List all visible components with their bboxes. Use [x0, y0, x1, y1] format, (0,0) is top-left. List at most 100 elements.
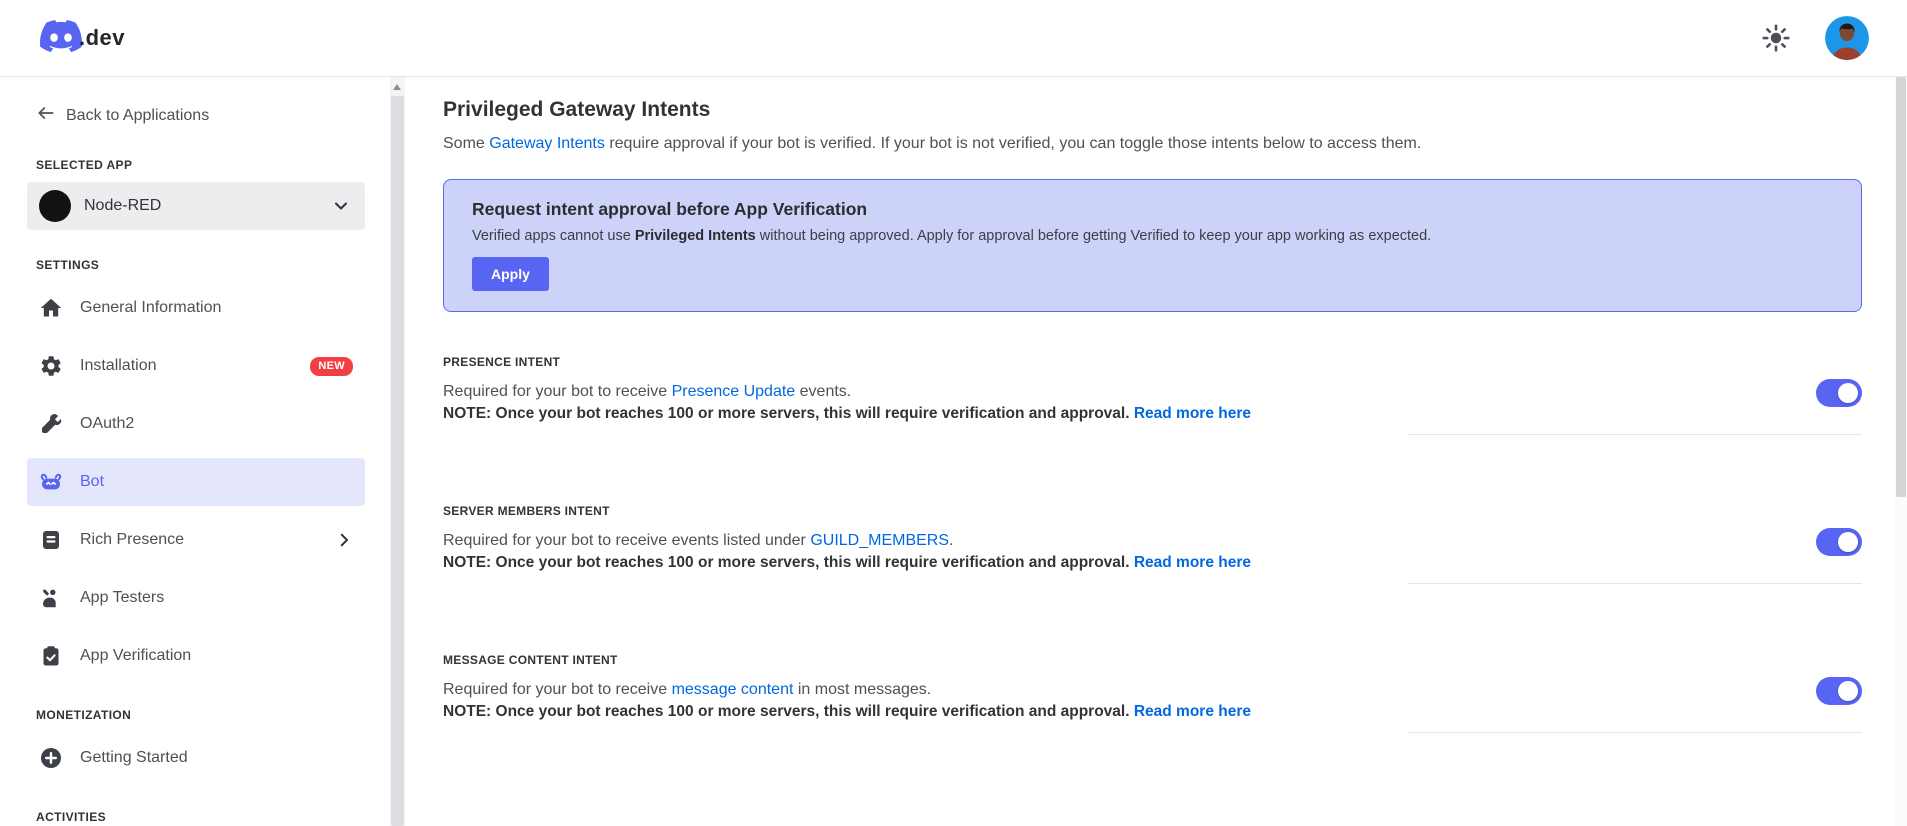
main-scrollbar[interactable] [1895, 77, 1907, 826]
chevron-down-icon [331, 196, 351, 216]
toggle-knob [1838, 532, 1858, 552]
theme-toggle-sun-icon[interactable] [1761, 23, 1791, 53]
discord-logo-icon [39, 15, 83, 62]
intent-label: PRESENCE INTENT [443, 355, 561, 369]
note-text: NOTE: Once your bot reaches 100 or more … [443, 554, 1134, 571]
read-more-link[interactable]: Read more here [1134, 703, 1251, 720]
main-content: Privileged Gateway Intents Some Gateway … [405, 77, 1907, 826]
sidebar-item-label: General Information [80, 299, 222, 316]
note-text: NOTE: Once your bot reaches 100 or more … [443, 703, 1134, 720]
selected-app-heading: SELECTED APP [36, 158, 133, 172]
sidebar-scrollbar[interactable] [390, 77, 405, 826]
desc-post: . [949, 532, 954, 549]
back-to-applications-link[interactable]: Back to Applications [36, 103, 390, 128]
sidebar-item-oauth2[interactable]: OAuth2 [27, 400, 365, 448]
gear-icon [39, 354, 63, 378]
apply-button[interactable]: Apply [472, 257, 549, 291]
banner-title: Request intent approval before App Verif… [472, 199, 868, 219]
clipboard-check-icon [39, 644, 63, 668]
intent-label: MESSAGE CONTENT INTENT [443, 653, 618, 667]
sidebar-item-label: Rich Presence [80, 531, 185, 548]
banner-body: Verified apps cannot use Privileged Inte… [472, 228, 1833, 244]
chevron-right-icon [335, 531, 353, 549]
scroll-up-arrow-icon[interactable] [393, 84, 401, 90]
sidebar-item-label: Installation [80, 357, 157, 374]
banner-body-bold: Privileged Intents [634, 228, 756, 244]
read-more-link[interactable]: Read more here [1134, 554, 1251, 571]
settings-heading: SETTINGS [36, 258, 100, 272]
intro-paragraph: Some Gateway Intents require approval if… [443, 135, 1862, 153]
divider [1407, 434, 1862, 435]
intro-post: require approval if your bot is verified… [604, 135, 1422, 152]
sidebar-item-app-verification[interactable]: App Verification [27, 632, 365, 680]
divider [1407, 732, 1862, 733]
note-text: NOTE: Once your bot reaches 100 or more … [443, 405, 1134, 422]
discord-developer-portal: .dev Back to Applications SELECTED APP N… [0, 0, 1907, 826]
presence-intent-section: PRESENCE INTENT Required for your bot to… [443, 355, 1862, 435]
monetization-heading: MONETIZATION [36, 708, 132, 722]
divider [1407, 583, 1862, 584]
desc-post: events. [795, 383, 852, 400]
intent-list: PRESENCE INTENT Required for your bot to… [443, 355, 1862, 733]
top-bar: .dev [0, 0, 1907, 77]
intent-label: SERVER MEMBERS INTENT [443, 504, 610, 518]
selected-app-name: Node-RED [84, 197, 162, 214]
sidebar: Back to Applications SELECTED APP Node-R… [0, 77, 390, 826]
gateway-intents-link[interactable]: Gateway Intents [489, 135, 605, 152]
guild-members-link[interactable]: GUILD_MEMBERS [810, 532, 949, 549]
message-content-link[interactable]: message content [672, 681, 794, 698]
sidebar-item-rich-presence[interactable]: Rich Presence [27, 516, 365, 564]
desc-pre: Required for your bot to receive events … [443, 532, 811, 549]
back-link-label: Back to Applications [66, 106, 210, 124]
message-content-intent-toggle[interactable] [1816, 677, 1862, 705]
sidebar-item-label: App Testers [80, 589, 165, 606]
intent-description: Required for your bot to receive message… [443, 680, 1862, 700]
toggle-knob [1838, 681, 1858, 701]
user-avatar[interactable] [1825, 16, 1869, 60]
message-content-intent-section: MESSAGE CONTENT INTENT Required for your… [443, 653, 1862, 733]
banner-body-pre: Verified apps cannot use [472, 228, 635, 244]
intent-description: Required for your bot to receive Presenc… [443, 382, 1862, 402]
discord-dev-logo[interactable]: .dev [39, 15, 126, 62]
sidebar-item-general-information[interactable]: General Information [27, 284, 365, 332]
sidebar-item-installation[interactable]: Installation NEW [27, 342, 365, 390]
arrow-left-icon [36, 103, 56, 128]
sidebar-item-label: Getting Started [80, 749, 188, 766]
app-avatar [39, 190, 71, 222]
new-badge: NEW [310, 356, 353, 376]
main-scrollbar-thumb[interactable] [1896, 77, 1906, 497]
sidebar-item-app-testers[interactable]: App Testers [27, 574, 365, 622]
intro-pre: Some [443, 135, 490, 152]
sidebar-scrollbar-thumb[interactable] [391, 96, 404, 826]
server-members-intent-section: SERVER MEMBERS INTENT Required for your … [443, 504, 1862, 584]
app-selector-dropdown[interactable]: Node-RED [27, 182, 365, 230]
intent-note: NOTE: Once your bot reaches 100 or more … [443, 404, 1862, 424]
wordmark-dev: .dev [79, 25, 126, 50]
sidebar-item-label: App Verification [80, 647, 192, 664]
server-members-intent-toggle[interactable] [1816, 528, 1862, 556]
settings-nav: General Information Installation NEW OAu… [0, 284, 390, 680]
journal-icon [39, 528, 63, 552]
intent-note: NOTE: Once your bot reaches 100 or more … [443, 702, 1862, 722]
home-icon [39, 296, 63, 320]
bot-icon [39, 470, 63, 494]
intent-approval-banner: Request intent approval before App Verif… [443, 179, 1862, 312]
banner-body-post: without being approved. Apply for approv… [755, 228, 1432, 244]
toggle-knob [1838, 383, 1858, 403]
sidebar-item-label: Bot [80, 473, 105, 490]
sidebar-item-bot[interactable]: Bot [27, 458, 365, 506]
desc-post: in most messages. [793, 681, 932, 698]
intent-description: Required for your bot to receive events … [443, 531, 1862, 551]
read-more-link[interactable]: Read more here [1134, 405, 1251, 422]
desc-pre: Required for your bot to receive [443, 383, 672, 400]
monetization-nav: Getting Started [0, 734, 390, 782]
person-raised-hand-icon [39, 586, 63, 610]
presence-intent-toggle[interactable] [1816, 379, 1862, 407]
plus-circle-icon [39, 746, 63, 770]
desc-pre: Required for your bot to receive [443, 681, 672, 698]
activities-heading: ACTIVITIES [36, 810, 107, 824]
presence-update-link[interactable]: Presence Update [672, 383, 796, 400]
page-title: Privileged Gateway Intents [443, 98, 711, 121]
intent-note: NOTE: Once your bot reaches 100 or more … [443, 553, 1862, 573]
sidebar-item-getting-started[interactable]: Getting Started [27, 734, 365, 782]
